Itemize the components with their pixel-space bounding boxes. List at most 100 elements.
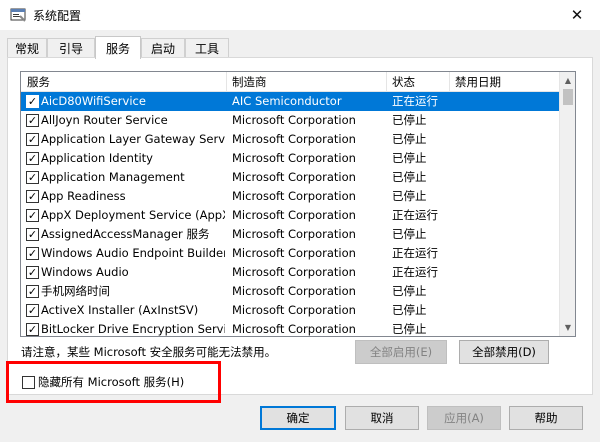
service-row[interactable]: ✓ AssignedAccessManager 服务 Microsoft Corpo… [21, 225, 560, 244]
title-bar: 系统配置 ✕ [0, 0, 600, 30]
scroll-up-icon[interactable]: ▲ [560, 72, 575, 89]
close-button[interactable]: ✕ [554, 0, 600, 30]
scroll-down-icon[interactable]: ▼ [560, 319, 575, 336]
service-checkbox[interactable]: ✓ [26, 152, 39, 165]
column-header-manufacturer[interactable]: 制造商 [226, 72, 386, 92]
service-checkbox[interactable]: ✓ [26, 133, 39, 146]
service-name: AssignedAccessManager 服务 [41, 227, 210, 241]
service-checkbox[interactable]: ✓ [26, 190, 39, 203]
security-notice: 请注意，某些 Microsoft 安全服务可能无法禁用。 [21, 345, 277, 359]
column-header-disabled-date[interactable]: 禁用日期 [449, 72, 559, 92]
service-manufacturer: Microsoft Corporation [232, 170, 356, 184]
service-status: 已停止 [392, 151, 427, 165]
service-row[interactable]: ✓ AllJoyn Router Service Microsoft Corpora… [21, 111, 560, 130]
system-config-icon [10, 8, 26, 22]
service-manufacturer: Microsoft Corporation [232, 113, 356, 127]
service-status: 已停止 [392, 113, 427, 127]
service-row[interactable]: ✓ 手机网络时间 Microsoft Corporation 已停止 [21, 282, 560, 301]
service-status: 已停止 [392, 170, 427, 184]
tab-startup[interactable]: 启动 [141, 38, 185, 58]
service-checkbox[interactable]: ✓ [26, 266, 39, 279]
service-disabled-date [455, 187, 555, 206]
tab-general[interactable]: 常规 [7, 38, 47, 58]
service-row[interactable]: ✓ Application Layer Gateway Service Micros… [21, 130, 560, 149]
service-disabled-date [455, 149, 555, 168]
service-status: 已停止 [392, 132, 427, 146]
service-status: 已停止 [392, 227, 427, 241]
service-manufacturer: Microsoft Corporation [232, 246, 356, 260]
service-status: 已停止 [392, 284, 427, 298]
apply-button[interactable]: 应用(A) [427, 406, 501, 430]
service-name: AppX Deployment Service (AppX... [41, 208, 225, 222]
service-row[interactable]: ✓ ActiveX Installer (AxInstSV) Microsoft C… [21, 301, 560, 320]
service-disabled-date [455, 282, 555, 301]
service-manufacturer: Microsoft Corporation [232, 303, 356, 317]
service-status: 已停止 [392, 322, 427, 336]
service-checkbox[interactable]: ✓ [26, 323, 39, 336]
service-checkbox[interactable]: ✓ [26, 304, 39, 317]
tab-tools[interactable]: 工具 [185, 38, 229, 58]
column-header-service[interactable]: 服务 [21, 72, 226, 92]
service-manufacturer: Microsoft Corporation [232, 284, 356, 298]
service-manufacturer: AIC Semiconductor [232, 94, 342, 108]
ok-button[interactable]: 确定 [260, 406, 336, 430]
service-row[interactable]: ✓ Application Management Microsoft Corpora… [21, 168, 560, 187]
tab-boot[interactable]: 引导 [47, 38, 95, 58]
hide-microsoft-checkbox[interactable] [22, 376, 35, 389]
disable-all-button[interactable]: 全部禁用(D) [459, 340, 549, 364]
service-name: Application Identity [41, 151, 153, 165]
service-row[interactable]: ✓ Windows Audio Microsoft Corporation 正在运行 [21, 263, 560, 282]
service-checkbox[interactable]: ✓ [26, 209, 39, 222]
service-disabled-date [455, 225, 555, 244]
window-title: 系统配置 [33, 9, 82, 23]
service-name: AllJoyn Router Service [41, 113, 168, 127]
system-config-window: 系统配置 ✕ 常规 引导 服务 启动 工具 服务 制造商 状态 禁用日期 ✓ Ai… [0, 0, 600, 442]
service-name: App Readiness [41, 189, 126, 203]
service-name: ActiveX Installer (AxInstSV) [41, 303, 199, 317]
service-name: Windows Audio Endpoint Builder [41, 246, 225, 260]
service-status: 正在运行 [392, 94, 438, 108]
service-status: 正在运行 [392, 265, 438, 279]
service-row[interactable]: ✓ Windows Audio Endpoint Builder Microsoft… [21, 244, 560, 263]
service-name: 手机网络时间 [41, 284, 110, 298]
column-header-status[interactable]: 状态 [386, 72, 449, 92]
service-disabled-date [455, 130, 555, 149]
service-disabled-date [455, 168, 555, 187]
enable-all-button[interactable]: 全部启用(E) [355, 340, 447, 364]
service-manufacturer: Microsoft Corporation [232, 189, 356, 203]
service-status: 正在运行 [392, 208, 438, 222]
service-disabled-date [455, 244, 555, 263]
service-row[interactable]: ✓ BitLocker Drive Encryption Service Micro… [21, 320, 560, 336]
service-name: Application Layer Gateway Service [41, 132, 225, 146]
service-row[interactable]: ✓ AicD80WifiService AIC Semiconductor 正在运行 [21, 92, 560, 111]
service-name: BitLocker Drive Encryption Service [41, 322, 225, 336]
service-row[interactable]: ✓ Application Identity Microsoft Corporati… [21, 149, 560, 168]
service-row[interactable]: ✓ AppX Deployment Service (AppX... Microso… [21, 206, 560, 225]
service-checkbox[interactable]: ✓ [26, 114, 39, 127]
tab-services[interactable]: 服务 [95, 36, 141, 59]
service-checkbox[interactable]: ✓ [26, 228, 39, 241]
help-button[interactable]: 帮助 [509, 406, 583, 430]
service-checkbox[interactable]: ✓ [26, 95, 39, 108]
service-manufacturer: Microsoft Corporation [232, 227, 356, 241]
service-manufacturer: Microsoft Corporation [232, 151, 356, 165]
list-header: 服务 制造商 状态 禁用日期 [21, 72, 560, 92]
service-checkbox[interactable]: ✓ [26, 171, 39, 184]
service-disabled-date [455, 111, 555, 130]
service-disabled-date [455, 92, 555, 111]
hide-microsoft-label[interactable]: 隐藏所有 Microsoft 服务(H) [38, 374, 184, 390]
service-status: 已停止 [392, 189, 427, 203]
vertical-scrollbar[interactable]: ▲ ▼ [559, 72, 575, 336]
service-checkbox[interactable]: ✓ [26, 247, 39, 260]
scroll-thumb[interactable] [563, 89, 573, 105]
service-row[interactable]: ✓ App Readiness Microsoft Corporation 已停止 [21, 187, 560, 206]
services-list[interactable]: 服务 制造商 状态 禁用日期 ✓ AicD80WifiService AIC Sem… [20, 71, 576, 337]
service-manufacturer: Microsoft Corporation [232, 322, 356, 336]
service-disabled-date [455, 301, 555, 320]
cancel-button[interactable]: 取消 [345, 406, 419, 430]
service-name: AicD80WifiService [41, 94, 146, 108]
service-status: 已停止 [392, 303, 427, 317]
service-name: Windows Audio [41, 265, 129, 279]
service-disabled-date [455, 206, 555, 225]
service-checkbox[interactable]: ✓ [26, 285, 39, 298]
